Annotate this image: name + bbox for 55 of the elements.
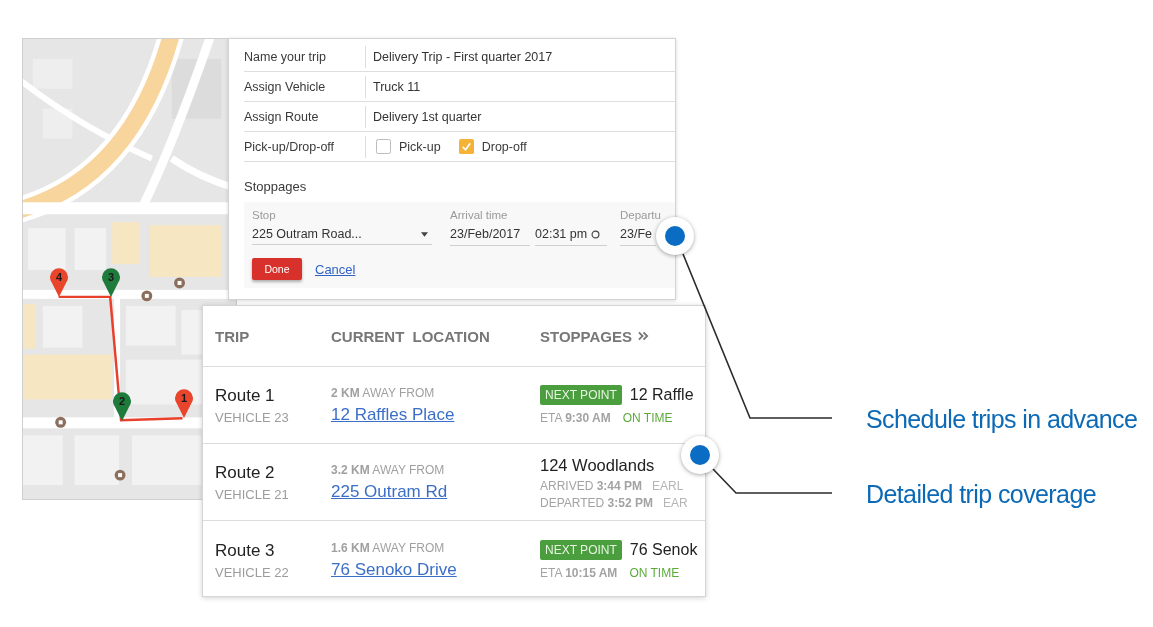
location-link[interactable]: 12 Raffles Place bbox=[331, 403, 455, 426]
checkbox[interactable] bbox=[458, 139, 474, 154]
stop-name: 12 Raffle bbox=[629, 386, 694, 404]
done-button[interactable]: Done bbox=[252, 258, 302, 280]
time-text: DEPARTED 3:52 PM bbox=[540, 495, 653, 510]
callout-text: Detailed trip coverage bbox=[866, 479, 1096, 510]
stop-select[interactable]: 225 Outram Road... bbox=[252, 227, 432, 245]
location-link[interactable]: 225 Outram Rd bbox=[331, 480, 448, 503]
column-header: CURRENT LOCATION bbox=[331, 327, 490, 345]
status-badge: NEXT POINT bbox=[540, 385, 622, 405]
distance-text: 3.2 KM AWAY FROM bbox=[331, 461, 445, 478]
vehicle-label: VEHICLE 23 bbox=[215, 410, 289, 425]
distance-text: 1.6 KM AWAY FROM bbox=[331, 539, 445, 556]
route-name: Route 2 bbox=[215, 462, 275, 484]
checkbox-label: Pick-up bbox=[399, 139, 441, 154]
vehicle-label: VEHICLE 22 bbox=[215, 565, 289, 580]
location-link[interactable]: 76 Senoko Drive bbox=[331, 558, 457, 581]
text-field[interactable]: Truck 11 bbox=[366, 75, 421, 98]
status-text: ON TIME bbox=[622, 411, 673, 425]
status-badge: NEXT POINT bbox=[540, 540, 622, 560]
map-pin[interactable]: 1 bbox=[174, 388, 194, 418]
stop-name: 124 Woodlands bbox=[540, 454, 655, 476]
field-label: Departu bbox=[620, 208, 661, 223]
route-name: Route 1 bbox=[215, 385, 275, 407]
field-label: Stop bbox=[252, 208, 276, 223]
field-label: Pick-up/Drop-off bbox=[244, 135, 366, 158]
date-field[interactable]: 23/Feb/2017 bbox=[450, 227, 530, 246]
time-field[interactable]: 02:31 pm bbox=[535, 227, 607, 246]
section-title: Stoppages bbox=[244, 179, 307, 194]
route-name: Route 3 bbox=[215, 540, 275, 562]
eta-text: ETA 10:15 AM bbox=[540, 566, 618, 580]
caret-icon bbox=[421, 231, 428, 237]
field-label: Assign Route bbox=[244, 105, 366, 128]
checkbox-label: Drop-off bbox=[481, 139, 527, 154]
stop-name: 76 Senok bbox=[629, 541, 698, 559]
text-field[interactable]: Delivery 1st quarter bbox=[366, 105, 482, 128]
distance-text: 2 KM AWAY FROM bbox=[331, 384, 435, 401]
eta-text: ETA 9:30 AM bbox=[540, 411, 611, 425]
checkbox[interactable] bbox=[376, 139, 391, 154]
vehicle-label: VEHICLE 21 bbox=[215, 487, 289, 502]
status-text: ON TIME bbox=[629, 566, 680, 580]
status-text: EARL bbox=[652, 478, 684, 493]
status-text: EAR bbox=[662, 495, 688, 510]
field-label: Assign Vehicle bbox=[244, 75, 366, 98]
field-label: Name your trip bbox=[244, 45, 366, 68]
double-chevron-icon[interactable] bbox=[638, 331, 649, 341]
column-header: STOPPAGES bbox=[540, 327, 632, 345]
cancel-link[interactable]: Cancel bbox=[315, 261, 356, 277]
field-label: Arrival time bbox=[450, 208, 508, 223]
text-field[interactable]: Delivery Trip - First quarter 2017 bbox=[366, 45, 553, 68]
time-text: ARRIVED 3:44 PM bbox=[540, 478, 643, 493]
ring-icon bbox=[591, 230, 601, 239]
date-field[interactable]: 23/Fe bbox=[620, 227, 656, 246]
callout-text: Schedule trips in advance bbox=[866, 404, 1138, 435]
column-header: TRIP bbox=[215, 327, 250, 345]
